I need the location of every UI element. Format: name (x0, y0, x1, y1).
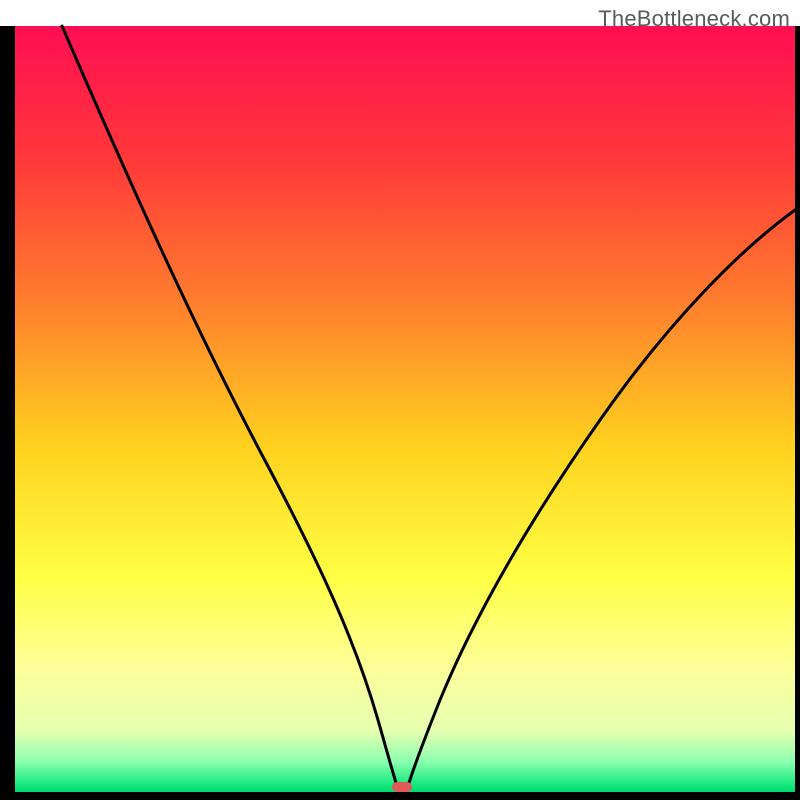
min-marker (392, 782, 412, 792)
gradient-area (15, 26, 795, 792)
chart-stage: TheBottleneck.com (0, 0, 800, 800)
watermark-text: TheBottleneck.com (598, 6, 790, 32)
chart-svg (0, 0, 800, 800)
